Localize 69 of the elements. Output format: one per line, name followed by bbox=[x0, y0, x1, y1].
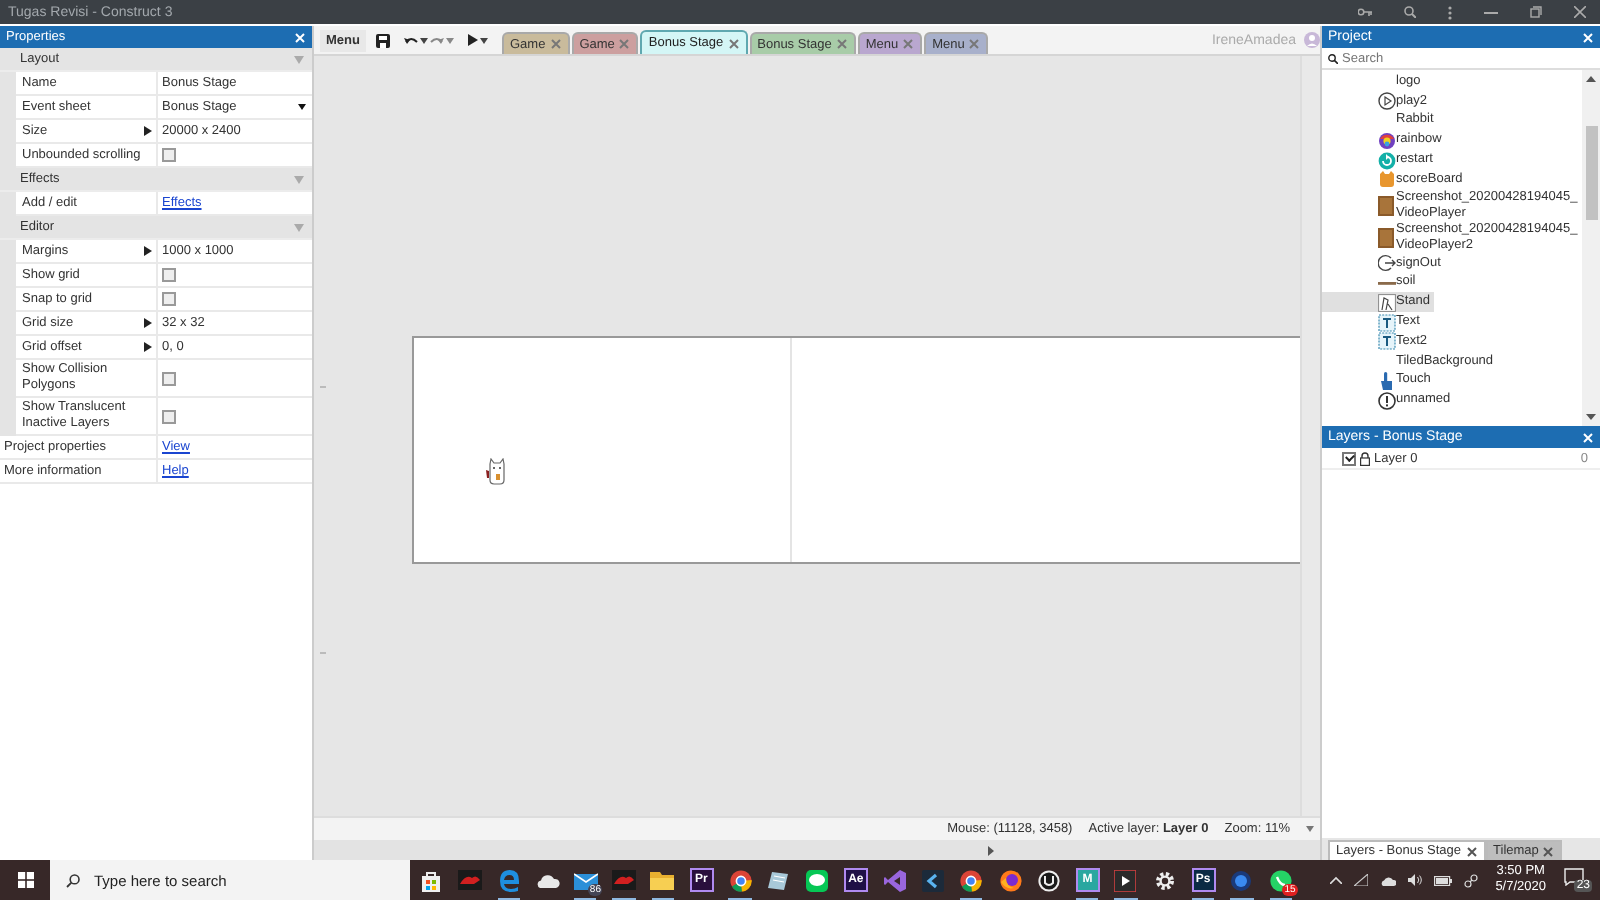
expand-arrow-icon[interactable] bbox=[144, 246, 152, 256]
checkbox[interactable] bbox=[162, 148, 176, 162]
vertical-scrollbar[interactable] bbox=[1582, 70, 1600, 426]
soil-strip-icon bbox=[1377, 279, 1395, 286]
scroll-down-icon[interactable] bbox=[1586, 414, 1596, 420]
battery-icon[interactable] bbox=[1433, 875, 1452, 885]
restart-icon bbox=[1377, 151, 1395, 170]
text-object-icon bbox=[1377, 313, 1395, 332]
lock-icon[interactable] bbox=[1360, 451, 1370, 465]
mail-icon[interactable] bbox=[573, 870, 598, 890]
browser-icon[interactable] bbox=[960, 869, 983, 891]
sign-out-icon bbox=[1377, 254, 1395, 273]
expand-arrow-icon[interactable] bbox=[144, 318, 152, 328]
network-icon[interactable] bbox=[1463, 873, 1478, 887]
save-icon[interactable] bbox=[375, 33, 390, 47]
circle-app-icon[interactable] bbox=[1230, 869, 1253, 891]
exclamation-circle-icon bbox=[1377, 391, 1395, 410]
redo-icon[interactable] bbox=[429, 35, 444, 45]
browser-icon[interactable] bbox=[999, 869, 1022, 891]
cat-face-icon bbox=[1377, 170, 1395, 189]
phone-chat-icon[interactable] bbox=[1269, 869, 1292, 891]
cat-sprite bbox=[484, 458, 508, 486]
video-thumbnail-icon bbox=[1378, 195, 1394, 216]
caret-icon bbox=[479, 37, 488, 43]
close-icon[interactable] bbox=[1465, 845, 1478, 857]
play-circle-icon bbox=[1377, 92, 1395, 111]
rainbow-ball-icon bbox=[1377, 131, 1395, 150]
scroll-right-icon[interactable] bbox=[988, 845, 994, 855]
windows-logo-icon[interactable] bbox=[17, 872, 33, 888]
play-icon[interactable] bbox=[1114, 869, 1137, 891]
chevron-up-icon[interactable] bbox=[1329, 876, 1342, 884]
caret-icon bbox=[445, 37, 454, 43]
search-icon bbox=[66, 873, 80, 887]
scrollbar-thumb[interactable] bbox=[1585, 126, 1597, 220]
settings-icon[interactable] bbox=[1153, 869, 1176, 891]
circle-logo-icon[interactable] bbox=[1037, 869, 1060, 891]
checkbox[interactable] bbox=[162, 409, 176, 423]
app-icon[interactable] bbox=[612, 870, 637, 890]
expand-arrow-icon[interactable] bbox=[144, 342, 152, 352]
close-icon[interactable] bbox=[1542, 845, 1555, 857]
search-icon bbox=[1328, 53, 1338, 63]
checkbox[interactable] bbox=[162, 292, 176, 306]
browser-icon[interactable] bbox=[729, 869, 752, 891]
checkbox[interactable] bbox=[162, 268, 176, 282]
sprite-icon bbox=[1377, 293, 1395, 312]
shopping-bag-icon[interactable] bbox=[420, 869, 443, 891]
cloud-icon[interactable] bbox=[535, 873, 560, 887]
checkbox[interactable] bbox=[162, 371, 176, 385]
pointing-hand-icon bbox=[1378, 371, 1394, 390]
play-icon[interactable] bbox=[467, 34, 478, 46]
ribbon-logo-icon[interactable] bbox=[883, 869, 906, 891]
scroll-up-icon[interactable] bbox=[1586, 76, 1596, 82]
notepad-icon[interactable] bbox=[767, 869, 790, 891]
text-object-icon bbox=[1377, 332, 1395, 351]
chat-bubble-icon[interactable] bbox=[806, 869, 829, 891]
undo-icon[interactable] bbox=[403, 35, 418, 45]
video-thumbnail-icon bbox=[1378, 227, 1394, 248]
cloud-icon[interactable] bbox=[1379, 875, 1396, 885]
volume-icon[interactable] bbox=[1407, 874, 1422, 886]
folder-icon[interactable] bbox=[650, 870, 675, 890]
close-icon[interactable] bbox=[727, 37, 740, 49]
caret-icon bbox=[419, 37, 428, 43]
wifi-icon[interactable] bbox=[1353, 874, 1368, 886]
caret-icon bbox=[298, 104, 306, 110]
checkbox[interactable] bbox=[1342, 451, 1356, 465]
caret-icon bbox=[1306, 826, 1314, 832]
expand-arrow-icon[interactable] bbox=[144, 126, 152, 136]
app-icon[interactable] bbox=[457, 870, 482, 890]
chevron-icon[interactable] bbox=[922, 869, 944, 891]
